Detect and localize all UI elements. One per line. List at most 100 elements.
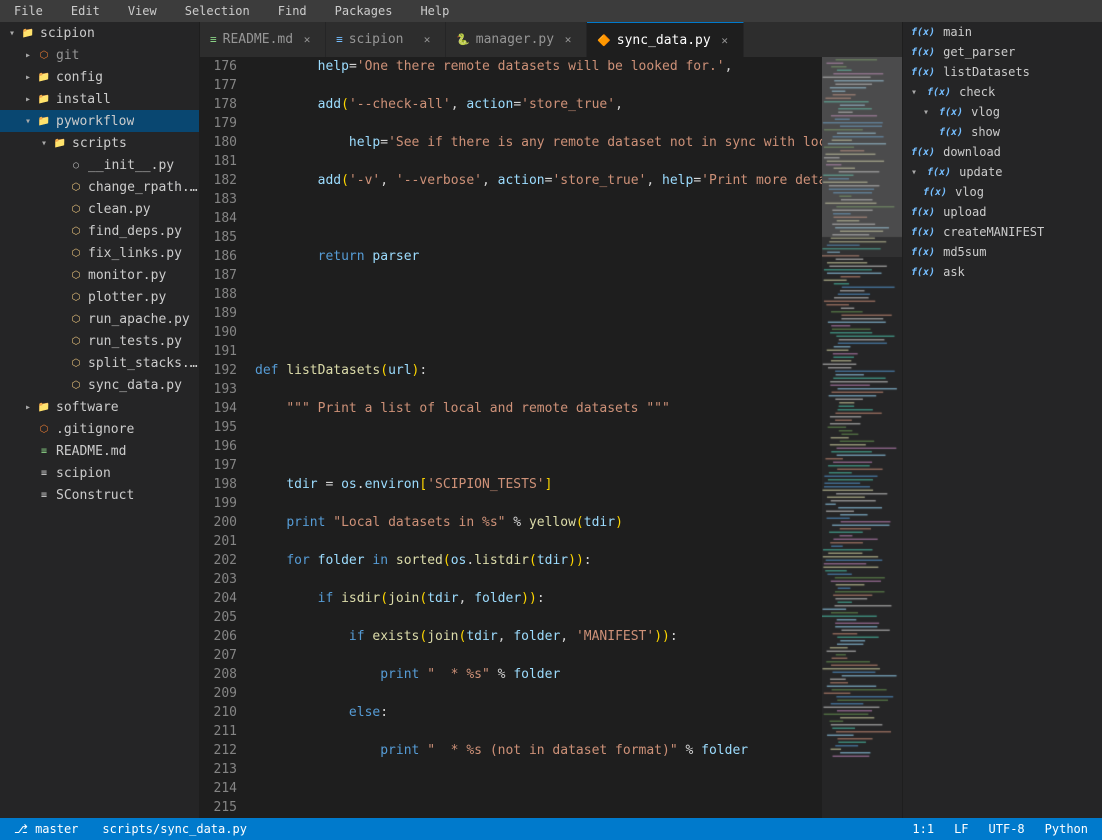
arrow-icon: ▸ — [20, 50, 36, 61]
outline-item-vlog-2[interactable]: f(x) vlog — [903, 182, 1102, 202]
sidebar-item-label: find_deps.py — [88, 224, 182, 239]
tab-bar: ≡ README.md ✕ ≡ scipion ✕ 🐍 manager.py ✕… — [200, 22, 902, 57]
sidebar-item-readme[interactable]: ≡ README.md — [0, 440, 199, 462]
outline-item-createmanifest[interactable]: f(x) createMANIFEST — [903, 222, 1102, 242]
main-layout: ▾ 📁 scipion ▸ ⬡ git ▸ 📁 config ▸ 📁 insta… — [0, 22, 1102, 818]
sidebar-item-label: README.md — [56, 444, 126, 459]
tab-icon: 🐍 — [456, 33, 470, 46]
outline-item-update[interactable]: ▾ f(x) update — [903, 162, 1102, 182]
tab-close-button[interactable]: ✕ — [560, 32, 576, 48]
tab-readme[interactable]: ≡ README.md ✕ — [200, 22, 326, 57]
status-branch[interactable]: ⎇ master — [10, 822, 82, 836]
outline-item-md5sum[interactable]: f(x) md5sum — [903, 242, 1102, 262]
code-content[interactable]: help='One there remote datasets will be … — [245, 57, 822, 818]
menu-selection[interactable]: Selection — [179, 2, 256, 20]
sidebar-item-scipion-file[interactable]: ≡ scipion — [0, 462, 199, 484]
file-icon: ⬡ — [68, 358, 84, 369]
collapse-icon: ▾ — [911, 167, 923, 178]
sidebar-item-plotter[interactable]: ⬡ plotter.py — [0, 286, 199, 308]
sidebar-item-git[interactable]: ▸ ⬡ git — [0, 44, 199, 66]
sidebar-item-label: fix_links.py — [88, 246, 182, 261]
outline-item-upload[interactable]: f(x) upload — [903, 202, 1102, 222]
file-icon: ⬡ — [36, 424, 52, 435]
sidebar-item-install[interactable]: ▸ 📁 install — [0, 88, 199, 110]
sidebar-item-config[interactable]: ▸ 📁 config — [0, 66, 199, 88]
sidebar-item-change-rpath[interactable]: ⬡ change_rpath.py — [0, 176, 199, 198]
outline-item-show[interactable]: f(x) show — [903, 122, 1102, 142]
tab-scipion[interactable]: ≡ scipion ✕ — [326, 22, 446, 57]
menu-view[interactable]: View — [122, 2, 163, 20]
status-filepath[interactable]: scripts/sync_data.py — [98, 822, 251, 836]
tab-sync-data[interactable]: 🔶 sync_data.py ✕ — [587, 22, 744, 57]
status-encoding[interactable]: LF — [950, 822, 972, 836]
outline-item-ask[interactable]: f(x) ask — [903, 262, 1102, 282]
sidebar-item-label: scipion — [40, 26, 95, 41]
sidebar-item-find-deps[interactable]: ⬡ find_deps.py — [0, 220, 199, 242]
sidebar-item-init-py[interactable]: ○ __init__.py — [0, 154, 199, 176]
folder-icon: 📁 — [20, 28, 36, 39]
minimap-viewport[interactable] — [822, 57, 902, 257]
outline-item-main[interactable]: f(x) main — [903, 22, 1102, 42]
file-icon: ⬡ — [68, 204, 84, 215]
menu-help[interactable]: Help — [414, 2, 455, 20]
file-icon: ⬡ — [68, 226, 84, 237]
func-icon: f(x) — [911, 147, 935, 158]
sidebar-item-split-stacks[interactable]: ⬡ split_stacks.py — [0, 352, 199, 374]
outline-item-vlog-1[interactable]: ▾ f(x) vlog — [903, 102, 1102, 122]
collapse-icon: ▾ — [911, 87, 923, 98]
sidebar: ▾ 📁 scipion ▸ ⬡ git ▸ 📁 config ▸ 📁 insta… — [0, 22, 200, 818]
outline-item-download[interactable]: f(x) download — [903, 142, 1102, 162]
status-position[interactable]: 1:1 — [908, 822, 938, 836]
folder-icon: 📁 — [36, 116, 52, 127]
arrow-icon: ▸ — [20, 72, 36, 83]
code-editor[interactable]: 176177178179180 181182183184185 18618718… — [200, 57, 822, 818]
sidebar-item-fix-links[interactable]: ⬡ fix_links.py — [0, 242, 199, 264]
tab-manager[interactable]: 🐍 manager.py ✕ — [446, 22, 587, 57]
sidebar-item-scripts[interactable]: ▾ 📁 scripts — [0, 132, 199, 154]
func-icon: f(x) — [927, 87, 951, 98]
sidebar-item-label: change_rpath.py — [88, 180, 199, 195]
arrow-icon: ▾ — [36, 138, 52, 149]
sidebar-item-monitor[interactable]: ⬡ monitor.py — [0, 264, 199, 286]
editor-area: 176177178179180 181182183184185 18618718… — [200, 57, 902, 818]
outline-item-check[interactable]: ▾ f(x) check — [903, 82, 1102, 102]
menu-packages[interactable]: Packages — [329, 2, 399, 20]
outline-item-listdatasets[interactable]: f(x) listDatasets — [903, 62, 1102, 82]
outline-item-get-parser[interactable]: f(x) get_parser — [903, 42, 1102, 62]
outline-item-label: show — [971, 125, 1000, 139]
arrow-icon: ▾ — [20, 116, 36, 127]
func-icon: f(x) — [911, 267, 935, 278]
sidebar-item-label: config — [56, 70, 103, 85]
sidebar-item-label: SConstruct — [56, 488, 134, 503]
line-numbers: 176177178179180 181182183184185 18618718… — [200, 57, 245, 818]
menu-file[interactable]: File — [8, 2, 49, 20]
tab-label: scipion — [349, 32, 404, 47]
outline-item-label: download — [943, 145, 1001, 159]
file-icon: ○ — [68, 160, 84, 171]
sidebar-item-clean-py[interactable]: ⬡ clean.py — [0, 198, 199, 220]
sidebar-item-software[interactable]: ▸ 📁 software — [0, 396, 199, 418]
sidebar-item-label: scripts — [72, 136, 127, 151]
tab-close-button[interactable]: ✕ — [299, 32, 315, 48]
func-icon: f(x) — [911, 47, 935, 58]
outline-item-label: upload — [943, 205, 986, 219]
sidebar-item-sync-data[interactable]: ⬡ sync_data.py — [0, 374, 199, 396]
sidebar-item-run-tests[interactable]: ⬡ run_tests.py — [0, 330, 199, 352]
file-icon: ⬡ — [68, 314, 84, 325]
folder-icon: 📁 — [36, 72, 52, 83]
arrow-icon: ▸ — [20, 94, 36, 105]
status-language[interactable]: Python — [1041, 822, 1092, 836]
menu-edit[interactable]: Edit — [65, 2, 106, 20]
sidebar-item-label: clean.py — [88, 202, 151, 217]
tab-close-button[interactable]: ✕ — [419, 32, 435, 48]
sidebar-item-scipion[interactable]: ▾ 📁 scipion — [0, 22, 199, 44]
sidebar-item-gitignore[interactable]: ⬡ .gitignore — [0, 418, 199, 440]
func-icon: f(x) — [911, 227, 935, 238]
status-charset[interactable]: UTF-8 — [985, 822, 1029, 836]
sidebar-item-run-apache[interactable]: ⬡ run_apache.py — [0, 308, 199, 330]
menu-find[interactable]: Find — [272, 2, 313, 20]
tab-close-button[interactable]: ✕ — [717, 32, 733, 48]
sidebar-item-label: git — [56, 48, 79, 63]
sidebar-item-sconstruct[interactable]: ≡ SConstruct — [0, 484, 199, 506]
sidebar-item-pyworkflow[interactable]: ▾ 📁 pyworkflow — [0, 110, 199, 132]
